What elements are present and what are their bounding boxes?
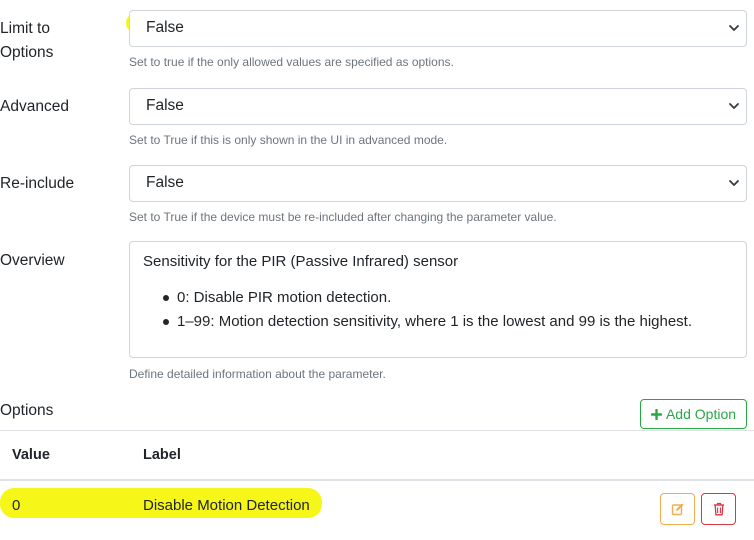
add-option-label: Add Option: [665, 406, 737, 422]
limit-to-options-value: False: [146, 19, 184, 36]
advanced-select[interactable]: False: [129, 88, 747, 125]
edit-icon: [671, 503, 683, 516]
advanced-label: Advanced: [0, 98, 69, 115]
options-label: Options: [0, 402, 54, 419]
advanced-value: False: [146, 97, 184, 114]
option-row-label: Disable Motion Detection: [143, 497, 310, 514]
overview-bullet: 1–99: Motion detection sensitivity, wher…: [163, 310, 733, 334]
column-header-value: Value: [12, 447, 50, 463]
table-header-border: [0, 479, 754, 481]
reinclude-help: Set to True if the device must be re-inc…: [129, 210, 557, 224]
overview-bullet-list: 0: Disable PIR motion detection. 1–99: M…: [143, 286, 733, 334]
limit-to-options-label: Limit to Options: [0, 17, 53, 65]
reinclude-select[interactable]: False: [129, 165, 747, 202]
edit-option-button[interactable]: [660, 493, 695, 525]
overview-editor[interactable]: Sensitivity for the PIR (Passive Infrare…: [129, 241, 747, 358]
reinclude-label: Re-include: [0, 175, 75, 192]
limit-to-options-help: Set to true if the only allowed values a…: [129, 55, 454, 69]
plus-icon: [650, 408, 662, 420]
overview-label: Overview: [0, 252, 65, 269]
limit-to-options-label-line2: Options: [0, 44, 54, 61]
parameter-editor: Limit to Options False Set to true if th…: [0, 0, 754, 540]
table-top-border: [0, 430, 754, 431]
column-header-label: Label: [143, 447, 181, 463]
overview-help: Define detailed information about the pa…: [129, 367, 386, 381]
reinclude-value: False: [146, 174, 184, 191]
limit-to-options-select[interactable]: False: [129, 10, 747, 47]
chevron-down-icon: [729, 180, 739, 186]
overview-bullet: 0: Disable PIR motion detection.: [163, 286, 733, 310]
limit-to-options-label-line1: Limit to: [0, 20, 50, 37]
delete-option-button[interactable]: [701, 493, 736, 525]
advanced-help: Set to True if this is only shown in the…: [129, 133, 448, 147]
add-option-button[interactable]: Add Option: [640, 399, 747, 429]
overview-heading: Sensitivity for the PIR (Passive Infrare…: [143, 253, 459, 270]
option-row-value: 0: [12, 497, 21, 514]
trash-icon: [713, 502, 724, 516]
chevron-down-icon: [729, 25, 739, 31]
chevron-down-icon: [729, 103, 739, 109]
